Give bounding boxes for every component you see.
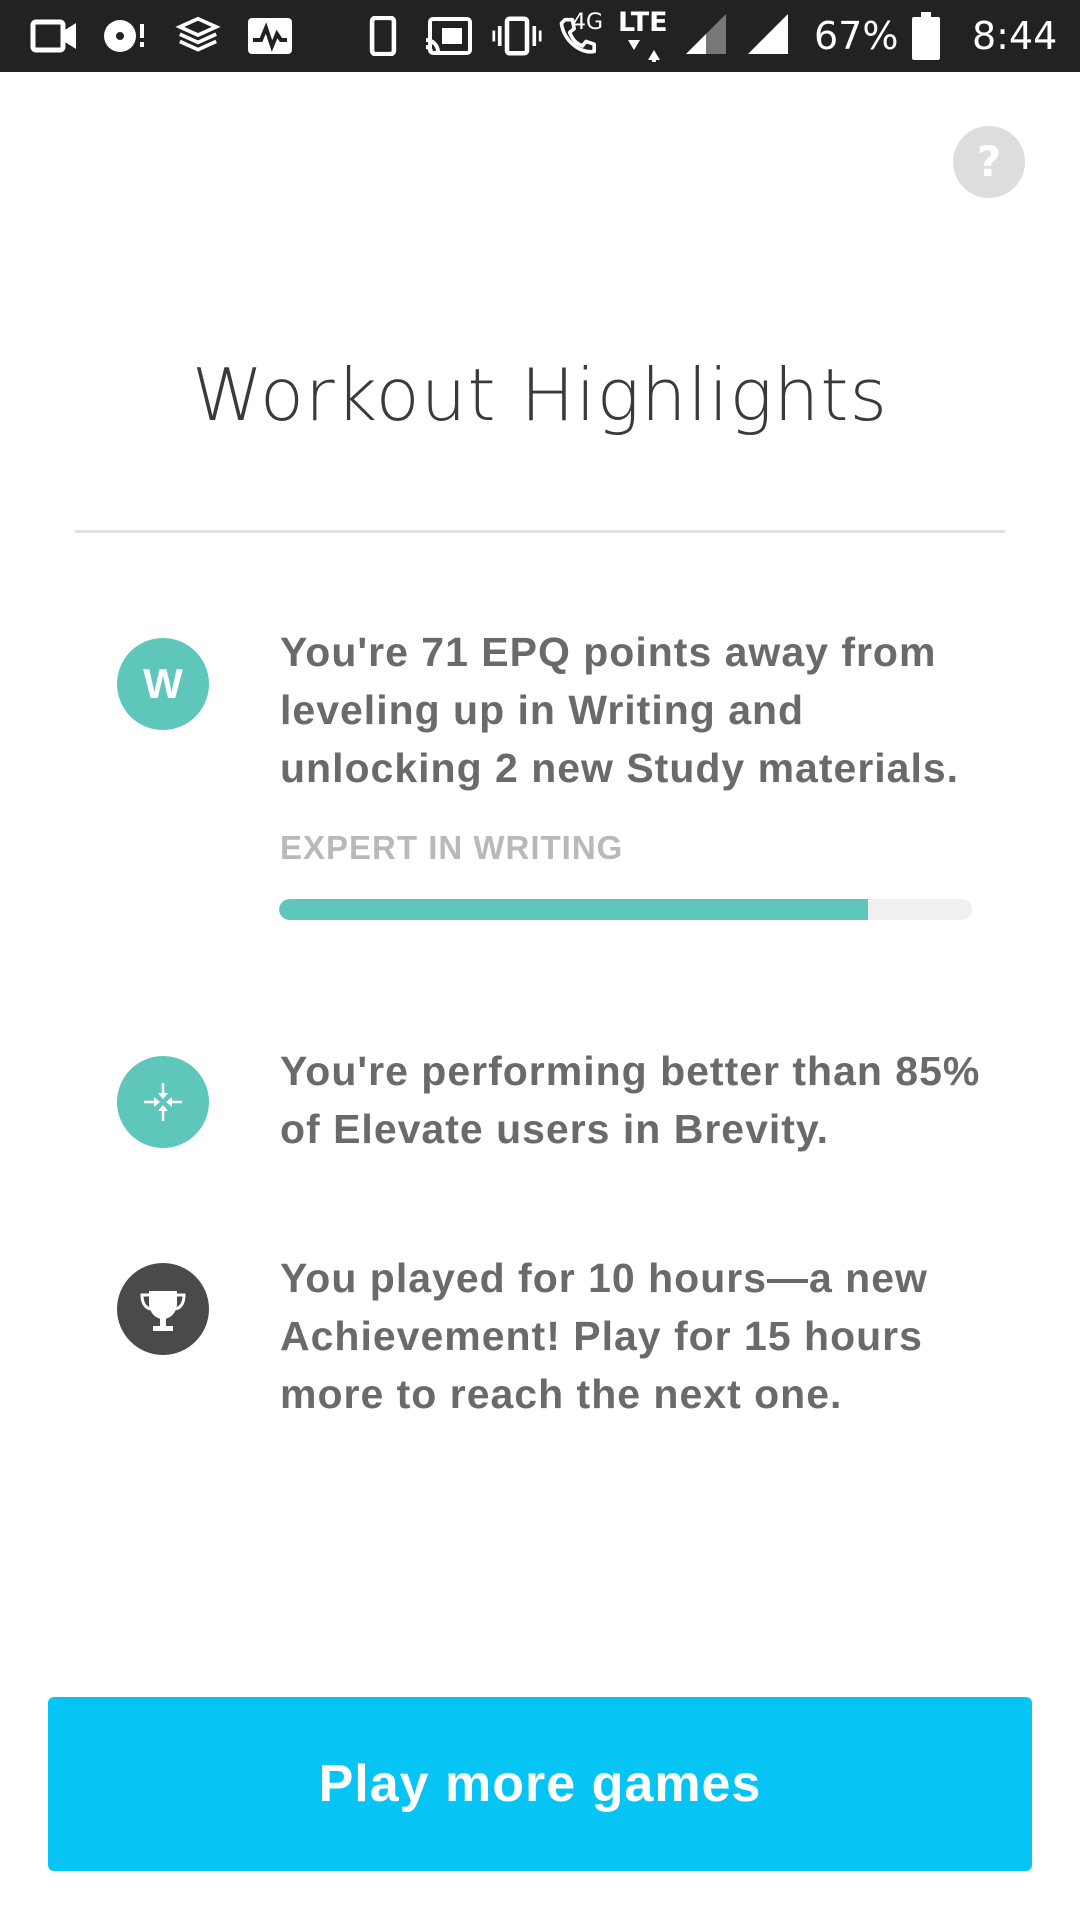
disc-notification-icon <box>104 20 144 52</box>
skill-label: EXPERT IN WRITING <box>280 829 624 866</box>
signal-icon <box>686 14 726 54</box>
compress-arrows-icon <box>117 1056 209 1148</box>
title-divider <box>75 530 1005 533</box>
cast-icon <box>425 17 472 55</box>
writing-highlight-text: You're 71 EPQ points away from leveling … <box>280 629 960 791</box>
clock: 8:44 <box>972 14 1058 58</box>
lte-data-icon <box>628 40 660 62</box>
video-camera-icon <box>30 19 76 53</box>
phone-device-icon <box>369 16 397 56</box>
help-button[interactable]: ? <box>953 126 1025 198</box>
activity-monitor-icon <box>248 18 292 54</box>
workout-highlights-screen: 4G LTE 67% 8:44 ? Workout Highlights W Y… <box>0 0 1080 1920</box>
network-type-label: 4G <box>572 10 604 35</box>
battery-icon <box>912 12 940 60</box>
signal-icon <box>748 14 788 54</box>
achievement-highlight-text: You played for 10 hours—a new Achievemen… <box>280 1255 928 1417</box>
play-more-games-button[interactable]: Play more games <box>48 1697 1032 1871</box>
brevity-highlight-text: You're performing better than 85% of Ele… <box>280 1048 981 1152</box>
status-bar: 4G LTE 67% 8:44 <box>0 0 1080 72</box>
battery-percent: 67% <box>814 14 899 58</box>
trophy-icon <box>117 1263 209 1355</box>
writing-progress-bar <box>279 899 972 920</box>
page-title: Workout Highlights <box>191 353 889 437</box>
stack-app-icon <box>175 16 221 52</box>
writing-progress-fill <box>279 899 869 920</box>
lte-label: LTE <box>618 7 668 38</box>
writing-letter: W <box>143 660 183 707</box>
writing-letter-icon: W <box>117 638 209 730</box>
vibrate-icon <box>492 16 542 56</box>
